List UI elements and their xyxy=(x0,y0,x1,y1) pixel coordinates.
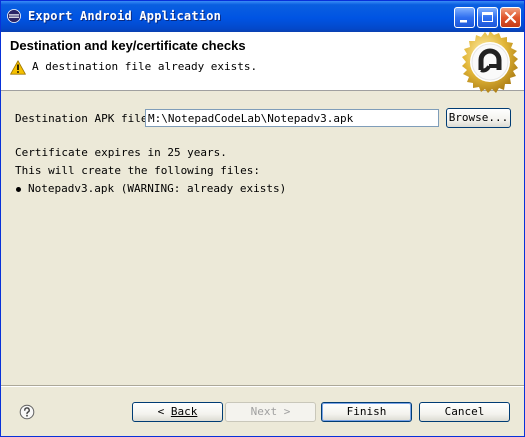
help-icon[interactable] xyxy=(19,404,35,420)
maximize-button[interactable] xyxy=(477,7,498,28)
wizard-header: Destination and key/certificate checks A… xyxy=(1,32,524,93)
certificate-expiry-text: Certificate expires in 25 years. xyxy=(15,146,227,159)
minimize-icon xyxy=(460,20,467,23)
cancel-button[interactable]: Cancel xyxy=(419,402,510,422)
finish-button[interactable]: Finish xyxy=(321,402,412,422)
android-logo-icon xyxy=(462,32,518,93)
footer-separator xyxy=(1,385,524,387)
eclipse-app-icon xyxy=(7,9,21,23)
minimize-button[interactable] xyxy=(454,7,475,28)
window-title: Export Android Application xyxy=(28,9,222,23)
back-button-label: Back xyxy=(170,405,198,418)
cancel-button-label: Cancel xyxy=(444,405,485,418)
files-intro-text: This will create the following files: xyxy=(15,164,261,177)
browse-button[interactable]: Browse... xyxy=(446,108,511,128)
warning-icon xyxy=(10,60,26,75)
next-button[interactable]: Next > xyxy=(225,402,316,422)
back-arrow-icon: < xyxy=(157,405,165,418)
file-entry-text: Notepadv3.apk (WARNING: already exists) xyxy=(28,182,287,195)
close-button[interactable] xyxy=(500,7,521,28)
finish-button-label: Finish xyxy=(346,405,387,418)
maximize-icon xyxy=(482,12,493,22)
next-arrow-icon: > xyxy=(283,405,291,418)
bullet-icon xyxy=(16,186,21,192)
back-button[interactable]: < Back xyxy=(132,402,223,422)
title-bar[interactable]: Export Android Application xyxy=(1,1,524,32)
header-message: A destination file already exists. xyxy=(32,60,258,73)
close-icon xyxy=(504,11,517,24)
apk-file-input[interactable] xyxy=(145,109,439,127)
export-dialog: Export Android Application Destination a… xyxy=(0,0,525,437)
apk-file-label: Destination APK file: xyxy=(15,112,155,125)
next-button-label: Next xyxy=(250,405,278,418)
list-item: Notepadv3.apk (WARNING: already exists) xyxy=(15,182,286,195)
page-title: Destination and key/certificate checks xyxy=(10,38,246,53)
